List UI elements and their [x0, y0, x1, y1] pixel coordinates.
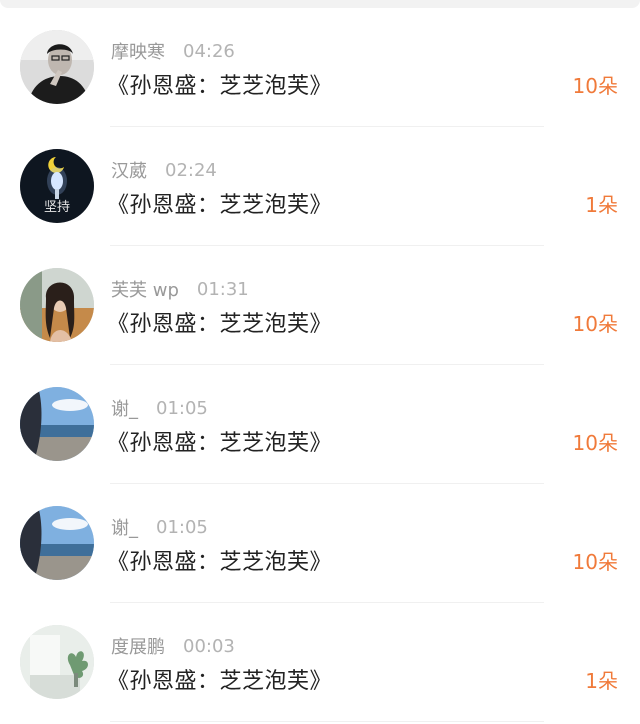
list-item[interactable]: 谢_ 01:05 《孙恩盛：芝芝泡芙》 10朵: [0, 484, 640, 603]
username[interactable]: 度展鹏: [111, 633, 165, 659]
message-text: 《孙恩盛：芝芝泡芙》: [107, 431, 333, 456]
list-item[interactable]: 摩映寒 04:26 《孙恩盛：芝芝泡芙》 10朵: [0, 8, 640, 127]
meta-line: 芙芙 wp 01:31: [111, 276, 249, 302]
avatar-text: 坚持: [44, 200, 70, 215]
message-text: 《孙恩盛：芝芝泡芙》: [107, 669, 333, 694]
meta-line: 度展鹏 00:03: [111, 633, 235, 659]
meta-line: 摩映寒 04:26: [111, 38, 235, 64]
gift-count: 10朵: [572, 74, 618, 98]
gift-record-list: 摩映寒 04:26 《孙恩盛：芝芝泡芙》 10朵 坚持 汉葳 02:24 《孙恩…: [0, 8, 640, 722]
gift-count: 10朵: [572, 312, 618, 336]
avatar[interactable]: [20, 30, 94, 104]
meta-line: 谢_ 01:05: [111, 514, 208, 540]
message-text: 《孙恩盛：芝芝泡芙》: [107, 193, 333, 218]
timestamp: 01:05: [156, 397, 208, 419]
meta-line: 汉葳 02:24: [111, 157, 217, 183]
meta-line: 谢_ 01:05: [111, 395, 208, 421]
avatar[interactable]: [20, 625, 94, 699]
woman-portrait-avatar: [20, 268, 94, 342]
timestamp: 04:26: [183, 40, 235, 62]
timestamp: 01:05: [156, 516, 208, 538]
gift-list-page: 摩映寒 04:26 《孙恩盛：芝芝泡芙》 10朵 坚持 汉葳 02:24 《孙恩…: [0, 0, 640, 724]
gift-count: 10朵: [572, 550, 618, 574]
message-text: 《孙恩盛：芝芝泡芙》: [107, 312, 333, 337]
username[interactable]: 芙芙 wp: [111, 276, 179, 302]
moon-candle-avatar: 坚持: [20, 149, 94, 223]
divider: [110, 721, 544, 722]
list-item[interactable]: 芙芙 wp 01:31 《孙恩盛：芝芝泡芙》 10朵: [0, 246, 640, 365]
list-item[interactable]: 坚持 汉葳 02:24 《孙恩盛：芝芝泡芙》 1朵: [0, 127, 640, 246]
username[interactable]: 谢_: [111, 514, 138, 540]
list-item[interactable]: 度展鹏 00:03 《孙恩盛：芝芝泡芙》 1朵: [0, 603, 640, 722]
timestamp: 00:03: [183, 635, 235, 657]
seaside-avatar: [20, 506, 94, 580]
man-portrait-avatar: [20, 30, 94, 104]
seaside-avatar: [20, 387, 94, 461]
message-text: 《孙恩盛：芝芝泡芙》: [107, 74, 333, 99]
plant-window-avatar: [20, 625, 94, 699]
username[interactable]: 谢_: [111, 395, 138, 421]
username[interactable]: 汉葳: [111, 157, 147, 183]
gift-count: 1朵: [585, 193, 618, 217]
avatar[interactable]: [20, 387, 94, 461]
timestamp: 02:24: [165, 159, 217, 181]
avatar[interactable]: [20, 268, 94, 342]
list-item[interactable]: 谢_ 01:05 《孙恩盛：芝芝泡芙》 10朵: [0, 365, 640, 484]
avatar[interactable]: [20, 506, 94, 580]
avatar[interactable]: 坚持: [20, 149, 94, 223]
gift-count: 10朵: [572, 431, 618, 455]
username[interactable]: 摩映寒: [111, 38, 165, 64]
top-card-edge: [0, 0, 640, 8]
timestamp: 01:31: [196, 278, 249, 300]
gift-count: 1朵: [585, 669, 618, 693]
message-text: 《孙恩盛：芝芝泡芙》: [107, 550, 333, 575]
